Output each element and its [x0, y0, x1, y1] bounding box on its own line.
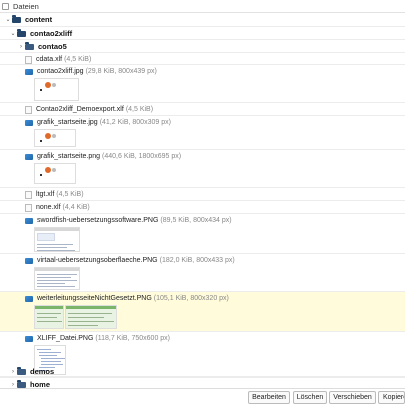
folder-icon — [17, 366, 26, 375]
move-button[interactable]: Verschieben — [329, 391, 376, 404]
file-tree-header: Dateien — [0, 0, 405, 13]
image-thumbnail[interactable] — [34, 129, 76, 147]
file-name: XLIFF_Datei.PNG — [37, 335, 94, 342]
image-file-icon — [25, 335, 33, 342]
image-file-icon — [25, 68, 33, 75]
copy-button[interactable]: Kopieren — [378, 391, 405, 404]
file-row[interactable]: Contao2xliff_Demoexport.xlf (4,5 KiB) — [0, 103, 405, 116]
folder-row-demos[interactable]: › demos — [0, 365, 405, 378]
file-row[interactable]: grafik_startseite.jpg (41,2 KiB, 800x309… — [0, 116, 405, 150]
folder-icon — [17, 28, 26, 37]
file-row-selected[interactable]: weiterleitungsseiteNichtGesetzt.PNG (105… — [0, 292, 405, 332]
file-name: Contao2xliff_Demoexport.xlf — [36, 106, 124, 113]
folder-row-contao2xliff[interactable]: ⌄ contao2xliff — [0, 27, 405, 40]
image-thumbnail[interactable] — [34, 163, 76, 184]
file-name: none.xlf — [36, 204, 61, 211]
chevron-down-icon[interactable]: ⌄ — [4, 16, 12, 23]
file-name: weiterleitungsseiteNichtGesetzt.PNG — [37, 295, 152, 302]
file-meta: (41,2 KiB, 800x309 px) — [99, 119, 171, 126]
image-file-icon — [25, 257, 33, 264]
folder-name: content — [25, 15, 53, 24]
image-file-icon — [25, 119, 33, 126]
file-name: grafik_startseite.png — [37, 153, 101, 160]
file-icon — [25, 190, 32, 199]
file-meta: (89,5 KiB, 800x434 px) — [160, 217, 232, 224]
file-row[interactable]: swordfish-uebersetzungssoftware.PNG (89,… — [0, 214, 405, 254]
file-row[interactable]: ltgt.xlf (4,5 KiB) — [0, 188, 405, 201]
file-meta: (4,5 KiB) — [56, 191, 84, 198]
image-thumbnail[interactable] — [34, 267, 80, 290]
folder-icon — [12, 14, 21, 23]
file-name: virtaal-uebersetzungsoberflaeche.PNG — [37, 257, 158, 264]
folder-name: home — [30, 380, 51, 388]
folder-icon — [25, 41, 34, 50]
chevron-right-icon[interactable]: › — [9, 382, 17, 388]
folder-row-content[interactable]: ⌄ content — [0, 13, 405, 27]
image-file-icon — [25, 153, 33, 160]
file-meta: (4,5 KiB) — [125, 106, 154, 113]
file-meta: (182,0 KiB, 800x433 px) — [159, 257, 235, 264]
file-row[interactable]: contao2xliff.jpg (29,8 KiB, 800x439 px) — [0, 65, 405, 103]
folder-row-home[interactable]: › home — [0, 378, 405, 388]
image-thumbnail[interactable] — [34, 305, 64, 329]
file-name: contao2xliff.jpg — [37, 68, 84, 75]
file-tree: ⌄ content ⌄ contao2xliff › contao5 cdata… — [0, 13, 405, 388]
folder-name: demos — [30, 367, 55, 376]
file-icon — [25, 203, 32, 212]
file-meta: (4,5 KiB) — [64, 56, 92, 63]
file-name: cdata.xlf — [36, 56, 63, 63]
file-row[interactable]: grafik_startseite.png (440,6 KiB, 1800x6… — [0, 150, 405, 188]
file-row[interactable]: none.xlf (4,4 KiB) — [0, 201, 405, 214]
folder-row-contao5[interactable]: › contao5 — [0, 40, 405, 53]
image-thumbnail[interactable] — [34, 78, 79, 101]
edit-button[interactable]: Bearbeiten — [248, 391, 290, 404]
file-icon — [25, 55, 32, 64]
file-name: ltgt.xlf — [36, 191, 55, 198]
action-bar: Bearbeiten Löschen Verschieben Kopieren — [0, 388, 405, 405]
folder-name: contao2xliff — [30, 29, 73, 38]
delete-button[interactable]: Löschen — [293, 391, 327, 404]
file-name: swordfish-uebersetzungssoftware.PNG — [37, 217, 159, 224]
folder-name: contao5 — [38, 42, 67, 51]
folder-icon — [17, 379, 26, 388]
file-row[interactable]: cdata.xlf (4,5 KiB) — [0, 53, 405, 65]
select-all-checkbox[interactable] — [2, 2, 9, 10]
chevron-down-icon[interactable]: ⌄ — [9, 30, 17, 37]
file-row[interactable]: virtaal-uebersetzungsoberflaeche.PNG (18… — [0, 254, 405, 292]
file-meta: (118,7 KiB, 750x600 px) — [95, 335, 171, 342]
chevron-right-icon[interactable]: › — [9, 369, 17, 375]
file-meta: (4,4 KiB) — [62, 204, 90, 211]
file-meta: (440,6 KiB, 1800x695 px) — [102, 153, 182, 160]
file-icon — [25, 105, 32, 114]
image-file-icon — [25, 217, 33, 224]
file-meta: (105,1 KiB, 800x320 px) — [153, 295, 229, 302]
image-thumbnail[interactable] — [34, 227, 80, 252]
chevron-right-icon[interactable]: › — [17, 44, 25, 50]
image-file-icon — [25, 295, 33, 302]
image-thumbnail[interactable] — [65, 305, 117, 329]
file-meta: (29,8 KiB, 800x439 px) — [85, 68, 157, 75]
file-name: grafik_startseite.jpg — [37, 119, 98, 126]
header-title: Dateien — [13, 1, 39, 11]
